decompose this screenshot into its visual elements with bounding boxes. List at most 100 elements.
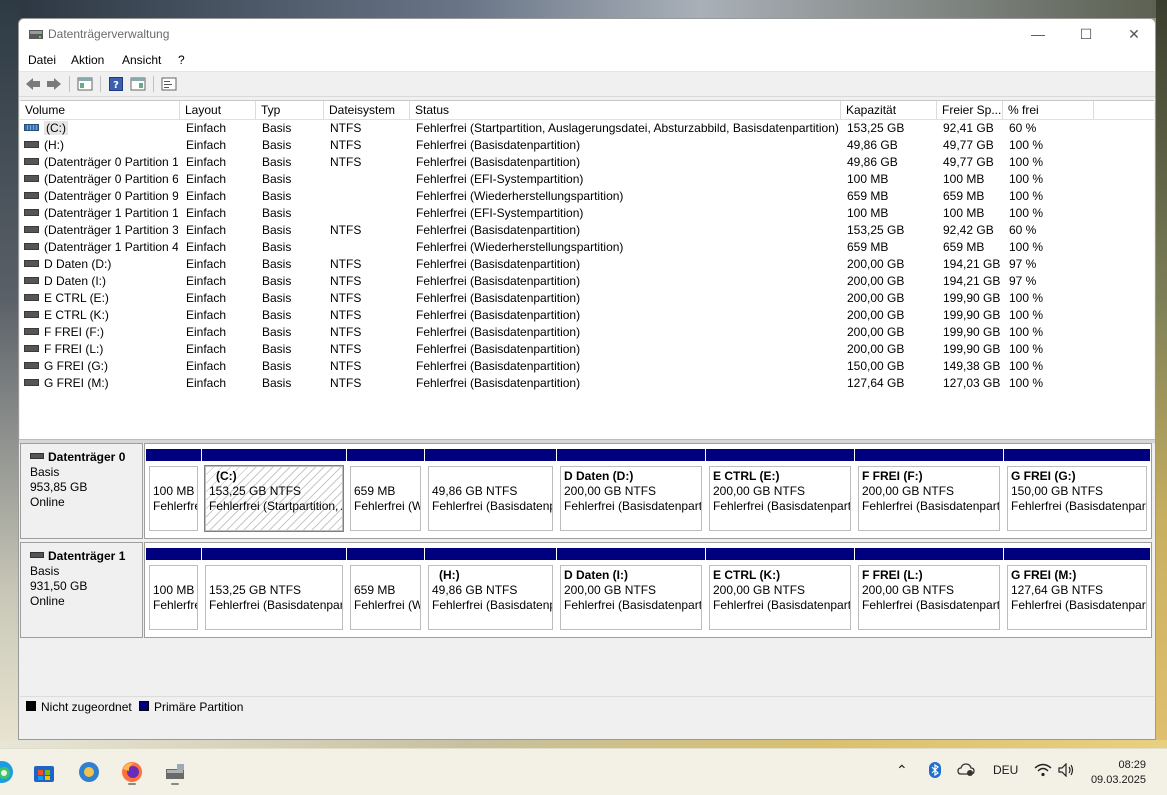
back-arrow-icon[interactable] [24, 75, 42, 93]
volume-row[interactable]: (Datenträger 0 Partition 6) Einfach Basis F… [20, 171, 1154, 188]
volume-name: D Daten (D:) [44, 257, 112, 271]
volume-row[interactable]: (Datenträger 1 Partition 1) Einfach Basis F… [20, 205, 1154, 222]
partition-body[interactable]: (C:) 153,25 GB NTFS Fehlerfrei (Startparti… [204, 465, 344, 532]
partition-block[interactable]: 659 MBFehlerfrei (Wiederherstellungspart… [347, 449, 424, 533]
volume-row[interactable]: (Datenträger 0 Partition 9) Einfach Basis F… [20, 188, 1154, 205]
edge-icon[interactable] [0, 757, 18, 787]
column-freier-speicher[interactable]: Freier Sp... [937, 101, 1003, 119]
partition-body[interactable]: 100 MBFehlerfrei (EFI-Systempartition) [149, 466, 198, 531]
partition-body[interactable]: D Daten (D:) 200,00 GB NTFS Fehlerfrei (Ba… [560, 466, 702, 531]
volume-drive-icon [24, 141, 39, 149]
partition-block[interactable]: F FREI (L:) 200,00 GB NTFS Fehlerfrei (Bas… [855, 548, 1003, 632]
menu-aktion[interactable]: Aktion [71, 53, 104, 67]
partition-block[interactable]: F FREI (F:) 200,00 GB NTFS Fehlerfrei (Bas… [855, 449, 1003, 533]
volume-icon[interactable] [1058, 762, 1076, 780]
volume-row[interactable]: E CTRL (K:) Einfach Basis NTFS Fehlerfrei (B… [20, 307, 1154, 324]
volume-cell-pct: 100 % [1009, 155, 1044, 169]
menu-help[interactable]: ? [178, 53, 185, 67]
partition-body[interactable]: F FREI (F:) 200,00 GB NTFS Fehlerfrei (Bas… [858, 466, 1000, 531]
column-typ[interactable]: Typ [256, 101, 324, 119]
partition-block[interactable]: G FREI (M:) 127,64 GB NTFS Fehlerfrei (Bas… [1004, 548, 1150, 632]
partition-block[interactable]: 153,25 GB NTFSFehlerfrei (Basisdatenpart… [202, 548, 346, 632]
partition-body[interactable]: G FREI (M:) 127,64 GB NTFS Fehlerfrei (Bas… [1007, 565, 1147, 630]
column-prozent-frei[interactable]: % frei [1003, 101, 1094, 119]
forward-arrow-icon[interactable] [45, 75, 63, 93]
menu-datei[interactable]: Datei [28, 53, 56, 67]
volume-cell-typ: Basis [262, 155, 292, 169]
partition-block[interactable]: D Daten (I:) 200,00 GB NTFS Fehlerfrei (Ba… [557, 548, 705, 632]
partition-body[interactable]: 100 MBFehlerfrei (EFI-Systempartition) [149, 565, 198, 630]
properties-icon[interactable] [129, 75, 147, 93]
chevron-up-icon[interactable]: ⌃ [896, 762, 908, 779]
partition-block[interactable]: G FREI (G:) 150,00 GB NTFS Fehlerfrei (Bas… [1004, 449, 1150, 533]
volume-cell-cap: 127,64 GB [847, 376, 905, 390]
partition-block[interactable]: 100 MBFehlerfrei (EFI-Systempartition) [146, 449, 201, 533]
volume-cell-volume: D Daten (I:) [24, 273, 178, 290]
partition-block[interactable]: (C:) 153,25 GB NTFS Fehlerfrei (Startparti… [202, 449, 346, 533]
column-kapazitaet[interactable]: Kapazität [841, 101, 937, 119]
volume-row[interactable]: D Daten (D:) Einfach Basis NTFS Fehlerfrei (… [20, 256, 1154, 273]
volume-row[interactable]: D Daten (I:) Einfach Basis NTFS Fehlerfrei (… [20, 273, 1154, 290]
volume-row[interactable]: G FREI (G:) Einfach Basis NTFS Fehlerfrei (B… [20, 358, 1154, 375]
partition-status: Fehlerfrei (EFI-Systempartition) [153, 499, 197, 513]
partition-body[interactable]: 659 MBFehlerfrei (Wiederherstellungspart… [350, 466, 421, 531]
partition-status: Fehlerfrei (Basisdatenpartition) [1011, 598, 1147, 612]
disk-management-taskbar-icon[interactable] [159, 757, 191, 787]
list-view-icon[interactable] [76, 75, 94, 93]
partition-body[interactable]: D Daten (I:) 200,00 GB NTFS Fehlerfrei (Ba… [560, 565, 702, 630]
system-clock[interactable]: 08:29 09.03.2025 [1086, 758, 1146, 788]
partition-body[interactable]: 659 MBFehlerfrei (Wiederherstellungspart… [350, 565, 421, 630]
primary-partition-bar [706, 449, 854, 461]
partition-body[interactable]: F FREI (L:) 200,00 GB NTFS Fehlerfrei (Bas… [858, 565, 1000, 630]
cloud-status-icon[interactable] [957, 763, 975, 780]
volume-row[interactable]: (Datenträger 0 Partition 1) Einfach Basis N… [20, 154, 1154, 171]
volume-row[interactable]: (H:) Einfach Basis NTFS Fehlerfrei (Basisdat… [20, 137, 1154, 154]
help-icon[interactable]: ? [107, 75, 125, 93]
console-icon[interactable] [160, 75, 178, 93]
settings-icon[interactable] [73, 757, 105, 787]
disk-name-text: Datenträger 1 [48, 549, 126, 563]
title-bar[interactable]: Datenträgerverwaltung — ☐ ✕ [19, 19, 1155, 49]
close-button[interactable]: ✕ [1111, 19, 1155, 49]
column-dateisystem[interactable]: Dateisystem [324, 101, 410, 119]
partition-block[interactable]: (H:)49,86 GB NTFSFehlerfrei (Basisdatenp… [425, 548, 556, 632]
partition-body[interactable]: G FREI (G:) 150,00 GB NTFS Fehlerfrei (Bas… [1007, 466, 1147, 531]
volume-cell-status: Fehlerfrei (Wiederherstellungspartition) [416, 189, 624, 203]
partition-block[interactable]: E CTRL (K:) 200,00 GB NTFS Fehlerfrei (Bas… [706, 548, 854, 632]
partition-body[interactable]: 153,25 GB NTFSFehlerfrei (Basisdatenpart… [205, 565, 343, 630]
partition-status: Fehlerfrei (Basisdatenpartition) [432, 499, 552, 513]
language-indicator[interactable]: DEU [993, 763, 1018, 777]
partition-block[interactable]: 100 MBFehlerfrei (EFI-Systempartition) [146, 548, 201, 632]
wifi-icon[interactable] [1034, 763, 1052, 780]
minimize-button[interactable]: — [1015, 19, 1061, 49]
disk-management-icon [28, 27, 44, 41]
menu-ansicht[interactable]: Ansicht [122, 53, 161, 67]
volume-row[interactable]: (Datenträger 1 Partition 3) Einfach Basis N… [20, 222, 1154, 239]
volume-row[interactable]: E CTRL (E:) Einfach Basis NTFS Fehlerfrei (B… [20, 290, 1154, 307]
volume-row[interactable]: F FREI (L:) Einfach Basis NTFS Fehlerfrei (B… [20, 341, 1154, 358]
partition-title: E CTRL (E:) [713, 469, 780, 483]
volume-name: (C:) [44, 121, 68, 135]
maximize-button[interactable]: ☐ [1063, 19, 1109, 49]
partition-block[interactable]: 49,86 GB NTFSFehlerfrei (Basisdatenparti… [425, 449, 556, 533]
partition-body[interactable]: (H:)49,86 GB NTFSFehlerfrei (Basisdatenp… [428, 565, 553, 630]
bluetooth-icon[interactable] [928, 762, 942, 781]
column-layout[interactable]: Layout [180, 101, 256, 119]
partition-size: 49,86 GB NTFS [432, 484, 518, 498]
disk-label[interactable]: Datenträger 0 Basis 953,85 GB Online [20, 443, 143, 539]
disk-label[interactable]: Datenträger 1 Basis 931,50 GB Online [20, 542, 143, 638]
volume-row[interactable]: G FREI (M:) Einfach Basis NTFS Fehlerfrei (B… [20, 375, 1154, 392]
volume-row[interactable]: (Datenträger 1 Partition 4) Einfach Basis F… [20, 239, 1154, 256]
column-volume[interactable]: Volume [20, 101, 180, 119]
partition-body[interactable]: E CTRL (K:) 200,00 GB NTFS Fehlerfrei (Bas… [709, 565, 851, 630]
firefox-icon[interactable] [116, 757, 148, 787]
partition-body[interactable]: E CTRL (E:) 200,00 GB NTFS Fehlerfrei (Bas… [709, 466, 851, 531]
volume-row[interactable]: (C:) Einfach Basis NTFS Fehlerfrei (Startpar… [20, 120, 1154, 137]
column-status[interactable]: Status [410, 101, 841, 119]
store-icon[interactable] [28, 757, 60, 787]
partition-block[interactable]: E CTRL (E:) 200,00 GB NTFS Fehlerfrei (Bas… [706, 449, 854, 533]
partition-body[interactable]: 49,86 GB NTFSFehlerfrei (Basisdatenparti… [428, 466, 553, 531]
partition-block[interactable]: D Daten (D:) 200,00 GB NTFS Fehlerfrei (Ba… [557, 449, 705, 533]
partition-block[interactable]: 659 MBFehlerfrei (Wiederherstellungspart… [347, 548, 424, 632]
volume-row[interactable]: F FREI (F:) Einfach Basis NTFS Fehlerfrei (B… [20, 324, 1154, 341]
